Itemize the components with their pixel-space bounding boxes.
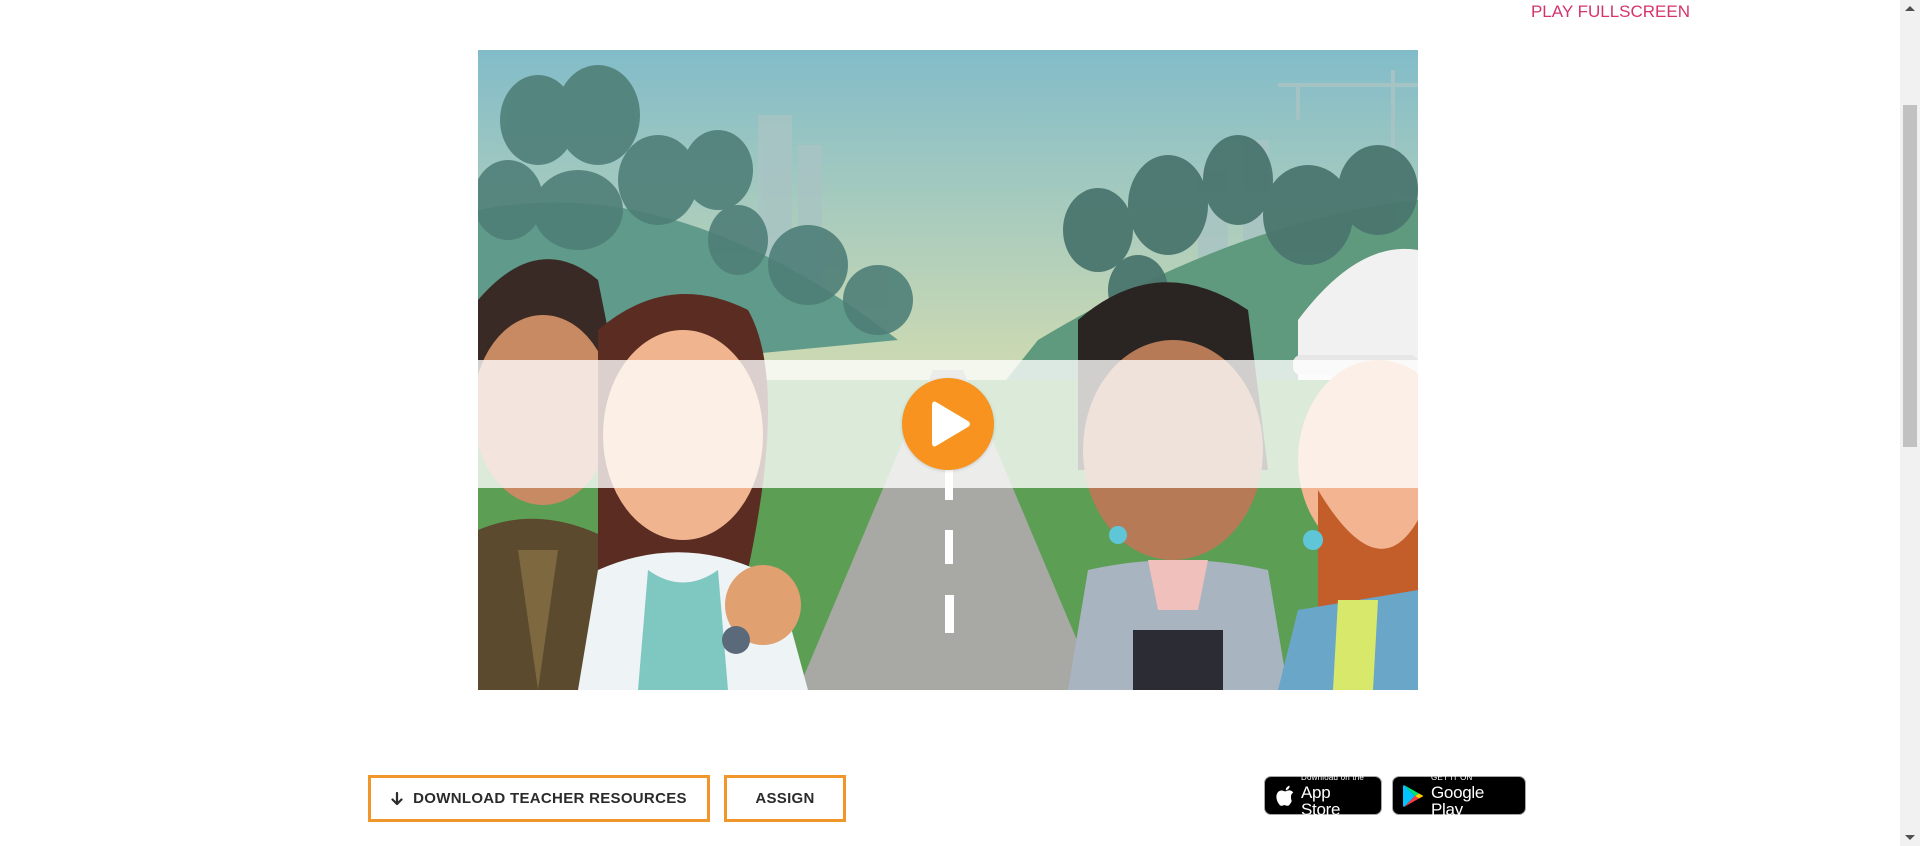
game-frame[interactable] [478,50,1418,690]
vertical-scrollbar[interactable] [1900,0,1920,846]
scroll-thumb[interactable] [1903,105,1917,447]
assign-button-label: ASSIGN [755,790,815,807]
google-play-logo-icon [1403,784,1424,807]
app-store-badges: Download on the App Store GET IT ON Goog… [1264,772,1526,819]
play-button[interactable] [902,378,994,470]
app-store-badge-text: Download on the App Store [1301,772,1371,819]
scroll-down-arrow-icon[interactable] [1905,835,1915,840]
google-play-small-text: GET IT ON [1431,772,1473,782]
apple-logo-icon [1276,785,1294,806]
action-buttons: DOWNLOAD TEACHER RESOURCES ASSIGN [368,775,846,822]
app-store-badge[interactable]: Download on the App Store [1264,772,1382,819]
download-button-label: DOWNLOAD TEACHER RESOURCES [413,790,687,807]
play-icon [932,401,970,447]
arrow-down-icon [391,791,403,805]
page: PLAY FULLSCREEN DOWNLOAD TEACHER RESOURC… [0,0,1920,846]
app-store-small-text: Download on the [1301,772,1365,782]
assign-button[interactable]: ASSIGN [724,775,846,822]
scroll-up-arrow-icon[interactable] [1905,6,1915,11]
app-store-big-text: App Store [1301,782,1341,819]
google-play-badge[interactable]: GET IT ON Google Play [1392,772,1526,819]
play-fullscreen-link[interactable]: PLAY FULLSCREEN [1531,2,1690,22]
google-play-badge-text: GET IT ON Google Play [1431,772,1515,819]
download-teacher-resources-button[interactable]: DOWNLOAD TEACHER RESOURCES [368,775,710,822]
google-play-big-text: Google Play [1431,782,1485,819]
